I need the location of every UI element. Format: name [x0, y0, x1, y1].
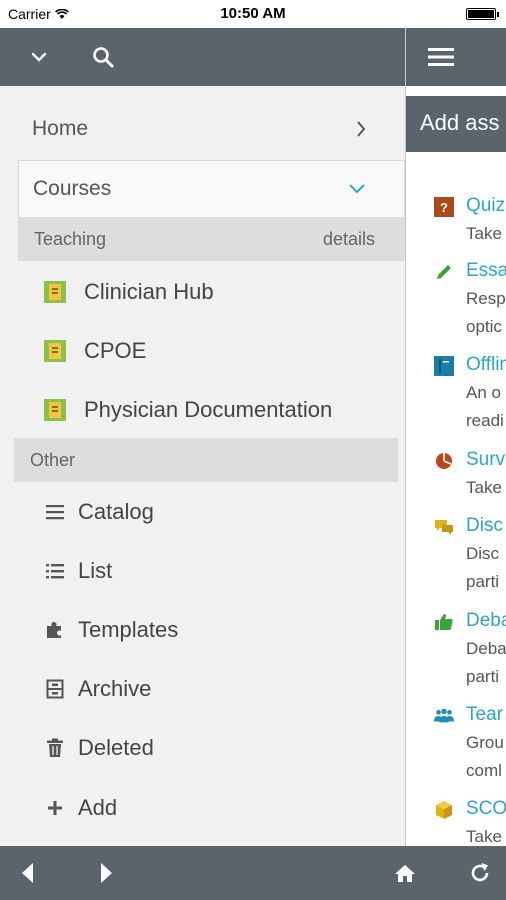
activity-desc: Take — [466, 224, 502, 243]
course-item[interactable]: CPOE — [44, 331, 146, 371]
teaching-header-label: Teaching — [34, 228, 107, 249]
course-item[interactable]: Clinician Hub — [44, 272, 214, 312]
menu-icon[interactable] — [426, 42, 456, 72]
clock: 10:50 AM — [220, 5, 286, 22]
activity-desc: Resp — [466, 289, 506, 308]
activity-desc: optic — [466, 317, 502, 336]
forward-arrow-icon[interactable] — [92, 858, 122, 888]
activity-desc: coml — [466, 761, 502, 780]
add-assessment-header: Add ass — [406, 96, 506, 152]
trash-icon — [44, 737, 66, 759]
list-icon — [44, 501, 66, 523]
quiz-icon: ? — [434, 197, 454, 217]
catalog-label: Catalog — [78, 499, 154, 524]
course-label: Physician Documentation — [84, 397, 333, 422]
sidebar-toolbar — [0, 28, 405, 86]
sidebar-item-templates[interactable]: Templates — [44, 610, 178, 650]
activity-title[interactable]: Surv — [466, 449, 505, 471]
home-icon[interactable] — [390, 858, 420, 888]
activity-desc: Disc — [466, 544, 500, 563]
main-toolbar — [406, 28, 506, 86]
course-icon — [44, 399, 66, 421]
sidebar-item-courses[interactable]: Courses — [18, 160, 405, 218]
bottom-toolbar — [0, 846, 506, 900]
sidebar-item-add[interactable]: Add — [44, 788, 117, 828]
puzzle-icon — [44, 619, 66, 641]
course-icon — [44, 340, 66, 362]
add-assessment-title: Add ass — [420, 110, 500, 135]
chat-icon — [434, 517, 454, 537]
sidebar-item-archive[interactable]: Archive — [44, 669, 151, 709]
activity-desc: Take — [466, 827, 502, 846]
bulleted-list-icon — [44, 560, 66, 582]
main-panel: Add ass ? Quiz Take Essa Resp optic Offl… — [405, 28, 506, 846]
sidebar-item-deleted[interactable]: Deleted — [44, 728, 154, 768]
thumbs-up-icon — [434, 612, 454, 632]
archive-label: Archive — [78, 676, 152, 701]
activity-desc: Take — [466, 478, 502, 497]
activity-title[interactable]: Tear — [466, 704, 503, 726]
add-label: Add — [78, 795, 118, 820]
search-icon[interactable] — [88, 42, 118, 72]
templates-label: Templates — [78, 617, 179, 642]
refresh-icon[interactable] — [465, 858, 495, 888]
back-arrow-icon[interactable] — [12, 858, 42, 888]
deleted-label: Deleted — [78, 735, 154, 760]
pencil-icon — [434, 262, 454, 282]
course-item[interactable]: Physician Documentation — [44, 390, 332, 430]
chevron-right-icon — [357, 121, 366, 137]
course-icon — [44, 281, 66, 303]
activity-title[interactable]: Essa — [466, 260, 506, 282]
sidebar-item-catalog[interactable]: Catalog — [44, 492, 154, 532]
activity-desc: Deba — [466, 639, 506, 658]
activity-desc: Grou — [466, 733, 504, 752]
activity-desc: parti — [466, 667, 500, 686]
archive-icon — [44, 678, 66, 700]
other-header-label: Other — [30, 449, 76, 470]
list-label: List — [78, 558, 113, 583]
battery-icon — [466, 8, 499, 20]
activity-title[interactable]: Quiz — [466, 195, 505, 217]
activity-title[interactable]: Offlin — [466, 354, 506, 376]
status-bar: Carrier 10:50 AM — [0, 0, 506, 28]
plus-icon — [44, 797, 66, 819]
sidebar: Home Courses Teaching details Clinician … — [0, 86, 405, 846]
chevron-down-icon[interactable] — [24, 42, 54, 72]
pie-icon — [434, 451, 454, 471]
course-label: CPOE — [84, 338, 147, 363]
other-section-header: Other — [14, 438, 398, 482]
course-label: Clinician Hub — [84, 279, 214, 304]
team-icon — [434, 706, 454, 726]
sidebar-item-home[interactable]: Home — [18, 100, 405, 158]
activity-title[interactable]: SCO — [466, 798, 506, 820]
activity-title[interactable]: Deba — [466, 610, 506, 632]
sidebar-item-list[interactable]: List — [44, 551, 112, 591]
chevron-down-icon — [349, 184, 365, 194]
activity-desc: readi — [466, 411, 504, 430]
courses-label: Courses — [33, 177, 112, 200]
activity-desc: An o — [466, 383, 501, 402]
home-label: Home — [32, 117, 89, 140]
book-icon — [434, 356, 454, 376]
activity-title[interactable]: Disc — [466, 515, 503, 537]
activity-desc: parti — [466, 572, 500, 591]
teaching-details-link[interactable]: details — [323, 229, 375, 250]
cube-icon — [434, 800, 454, 820]
teaching-section-header: Teaching details — [18, 217, 405, 261]
